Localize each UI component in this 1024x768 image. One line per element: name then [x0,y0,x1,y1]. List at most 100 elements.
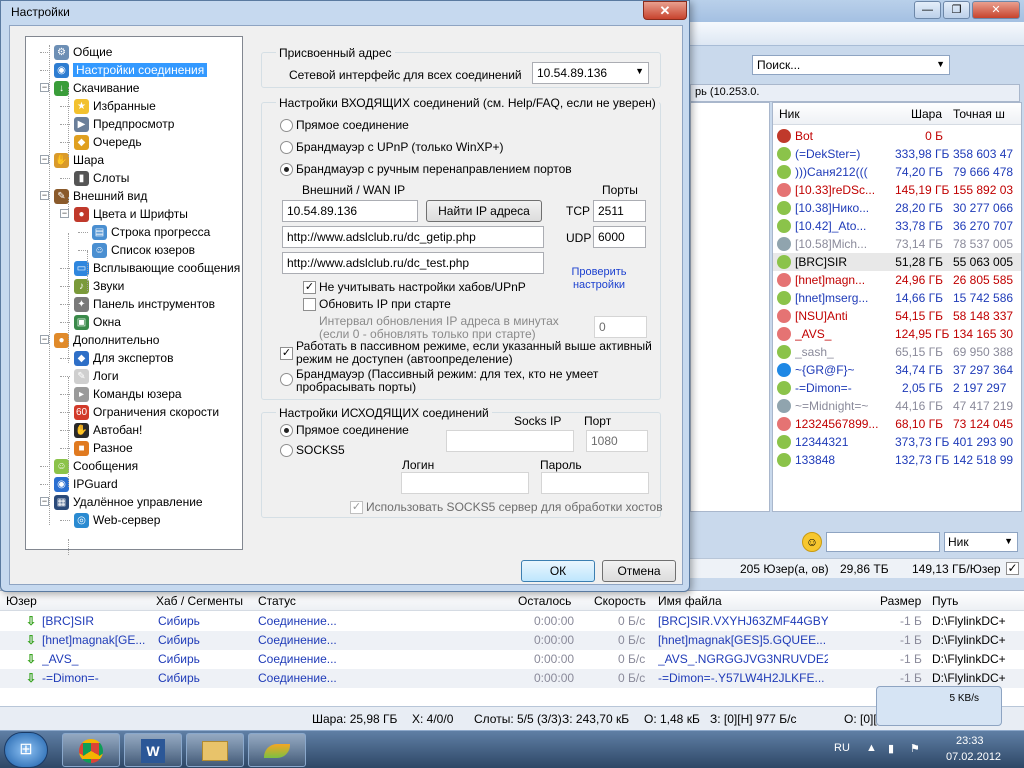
passive-fallback-label[interactable]: Работать в пассивном режиме, если указан… [296,340,656,366]
update-ip-label[interactable]: Обновить IP при старте [319,297,451,311]
user-row[interactable]: [10.58]Mich... 73,14 ГБ 78 537 005 [773,235,1021,253]
tray-arrow-icon[interactable]: ▲ [866,742,877,754]
outgoing-direct-radio[interactable] [280,424,293,437]
user-row[interactable]: ~=Midnight=~ 44,16 ГБ 47 417 219 [773,397,1021,415]
incoming-passive-label[interactable]: Брандмауэр (Пассивный режим: для тех, кт… [296,368,656,394]
wan-ip-input[interactable]: 10.54.89.136 [282,200,418,222]
tree-item[interactable]: ▤ Строка прогресса [92,223,210,241]
tcp-port-input[interactable]: 2511 [593,200,646,222]
check-settings-link[interactable]: Проверить настройки [562,266,636,292]
smiley-icon[interactable]: ☺ [802,532,822,552]
udp-port-input[interactable]: 6000 [593,226,646,248]
column-speed[interactable]: Скорость [594,594,646,608]
tree-item[interactable]: ▮ Слоты [74,169,129,187]
user-row[interactable]: 12344321 373,73 ГБ 401 293 90 [773,433,1021,451]
user-row[interactable]: [10.38]Нико... 28,20 ГБ 30 277 066 [773,199,1021,217]
tree-item[interactable]: ✋ Шара [54,151,104,169]
tree-expander[interactable]: − [40,191,49,200]
clock-date[interactable]: 07.02.2012 [946,751,1001,763]
incoming-manual-label[interactable]: Брандмауэр с ручным перенаправлением пор… [296,162,572,176]
column-nick[interactable]: Ник [779,107,800,121]
incoming-manual-radio[interactable] [280,163,293,176]
stats-checkbox[interactable]: ✓ [1006,562,1019,575]
chat-input[interactable] [826,532,940,552]
tree-expander[interactable]: − [40,83,49,92]
incoming-direct-label[interactable]: Прямое соединение [296,118,409,132]
user-row[interactable]: [10.33]reDSc... 145,19 ГБ 155 892 03 [773,181,1021,199]
user-row[interactable]: [NSU]Anti 54,15 ГБ 58 148 337 [773,307,1021,325]
dialog-close-button[interactable]: ✕ [643,1,687,20]
tree-item[interactable]: ● Дополнительно [54,331,159,349]
outgoing-socks-label[interactable]: SOCKS5 [296,443,345,457]
iface-combo[interactable]: 10.54.89.136 ▼ [532,62,649,84]
column-file[interactable]: Имя файла [658,594,722,608]
user-row[interactable]: (=DekSter=) 333,98 ГБ 358 603 47 [773,145,1021,163]
tree-item[interactable]: ☺ Сообщения [54,457,138,475]
tree-item[interactable]: ↓ Скачивание [54,79,139,97]
transfer-row[interactable]: ⇩ [hnet]magnak[GE... Сибирь Соединение... 0:… [0,631,1024,650]
column-path[interactable]: Путь [932,594,958,608]
tree-item[interactable]: ☺ Список юзеров [92,241,195,259]
outgoing-socks-radio[interactable] [280,444,293,457]
tree-item[interactable]: ● Цвета и Шрифты [74,205,188,223]
maximize-button[interactable]: ❐ [943,1,970,19]
explorer-taskbar-icon[interactable] [186,733,244,767]
socks-hosts-label[interactable]: Использовать SOCKS5 сервер для обработки… [366,500,663,514]
user-row[interactable]: -=Dimon=- 2,05 ГБ 2 197 297 [773,379,1021,397]
tree-expander[interactable]: − [40,335,49,344]
column-share[interactable]: Шара [911,107,942,121]
minimize-button[interactable]: — [914,1,941,19]
column-user[interactable]: Юзер [6,594,37,608]
app-close-button[interactable]: ✕ [972,1,1020,19]
tree-item[interactable]: ◆ Очередь [74,133,142,151]
socks-hosts-checkbox[interactable]: ✓ [350,501,363,514]
user-row[interactable]: ~{GR@F}~ 34,74 ГБ 37 297 364 [773,361,1021,379]
transfer-row[interactable]: ⇩ [BRC]SIR Сибирь Соединение... 0:00:00 0 Б/с… [0,612,1024,631]
socks-port-input[interactable]: 1080 [586,430,648,452]
tree-item[interactable]: ◉ Настройки соединения [54,61,208,79]
tree-item[interactable]: ▶ Предпросмотр [74,115,174,133]
search-combo[interactable]: Поиск... ▼ [752,55,950,75]
tree-item[interactable]: ■ Разное [74,439,133,457]
flag-icon[interactable]: ⚑ [910,742,920,755]
user-row[interactable]: _sash_ 65,15 ГБ 69 950 388 [773,343,1021,361]
column-status[interactable]: Статус [258,594,296,608]
user-row[interactable]: [hnet]mserg... 14,66 ГБ 15 742 586 [773,289,1021,307]
tree-item[interactable]: ▭ Всплывающие сообщения [74,259,240,277]
tree-item[interactable]: ✎ Логи [74,367,119,385]
user-row[interactable]: 12324567899... 68,10 ГБ 73 124 045 [773,415,1021,433]
tree-item[interactable]: 60 Ограничения скорости [74,403,219,421]
tree-item[interactable]: ▦ Удалённое управление [54,493,203,511]
clock-time[interactable]: 23:33 [956,735,984,747]
transfer-row[interactable]: ⇩ -=Dimon=- Сибирь Соединение... 0:00:00 0 Б/… [0,669,1024,688]
tree-item[interactable]: ✋ Автобан! [74,421,142,439]
user-row[interactable]: [hnet]magn... 24,96 ГБ 26 805 585 [773,271,1021,289]
column-hub[interactable]: Хаб / Сегменты [156,594,243,608]
login-input[interactable] [401,472,529,494]
flylink-taskbar-icon[interactable] [248,733,306,767]
user-row[interactable]: )))Саня212(((74,20 ГБ 79 666 478 [773,163,1021,181]
cancel-button[interactable]: Отмена [602,560,676,582]
password-input[interactable] [541,472,649,494]
incoming-passive-radio[interactable] [280,373,293,386]
nick-combo[interactable]: Ник ▼ [944,532,1018,552]
speed-notify-widget[interactable]: 5 KB/s [876,686,1002,726]
start-button[interactable]: ⊞ [4,732,48,768]
test-url-input[interactable]: http://www.adslclub.ru/dc_test.php [282,252,544,274]
getip-url-input[interactable]: http://www.adslclub.ru/dc_getip.php [282,226,544,248]
ignore-hubs-checkbox[interactable]: ✓ [303,281,316,294]
passive-fallback-checkbox[interactable]: ✓ [280,347,293,360]
tree-item[interactable]: ◆ Для экспертов [74,349,173,367]
socks-ip-input[interactable] [446,430,574,452]
transfer-row[interactable]: ⇩ _AVS_ Сибирь Соединение... 0:00:00 0 Б/с _AV… [0,650,1024,669]
tree-item[interactable]: ◎ Web-сервер [74,511,160,529]
incoming-upnp-radio[interactable] [280,141,293,154]
word-taskbar-icon[interactable]: W [124,733,182,767]
user-row[interactable]: [BRC]SIR 51,28 ГБ 55 063 005 [773,253,1021,271]
interval-input[interactable]: 0 [594,316,647,338]
column-left[interactable]: Осталось [518,594,571,608]
tree-item[interactable]: ⚙ Общие [54,43,112,61]
user-row[interactable]: [10.42]_Ato... 33,78 ГБ 36 270 707 [773,217,1021,235]
incoming-upnp-label[interactable]: Брандмауэр с UPnP (только WinXP+) [296,140,504,154]
ignore-hubs-label[interactable]: Не учитывать настройки хабов/UPnP [319,280,526,294]
